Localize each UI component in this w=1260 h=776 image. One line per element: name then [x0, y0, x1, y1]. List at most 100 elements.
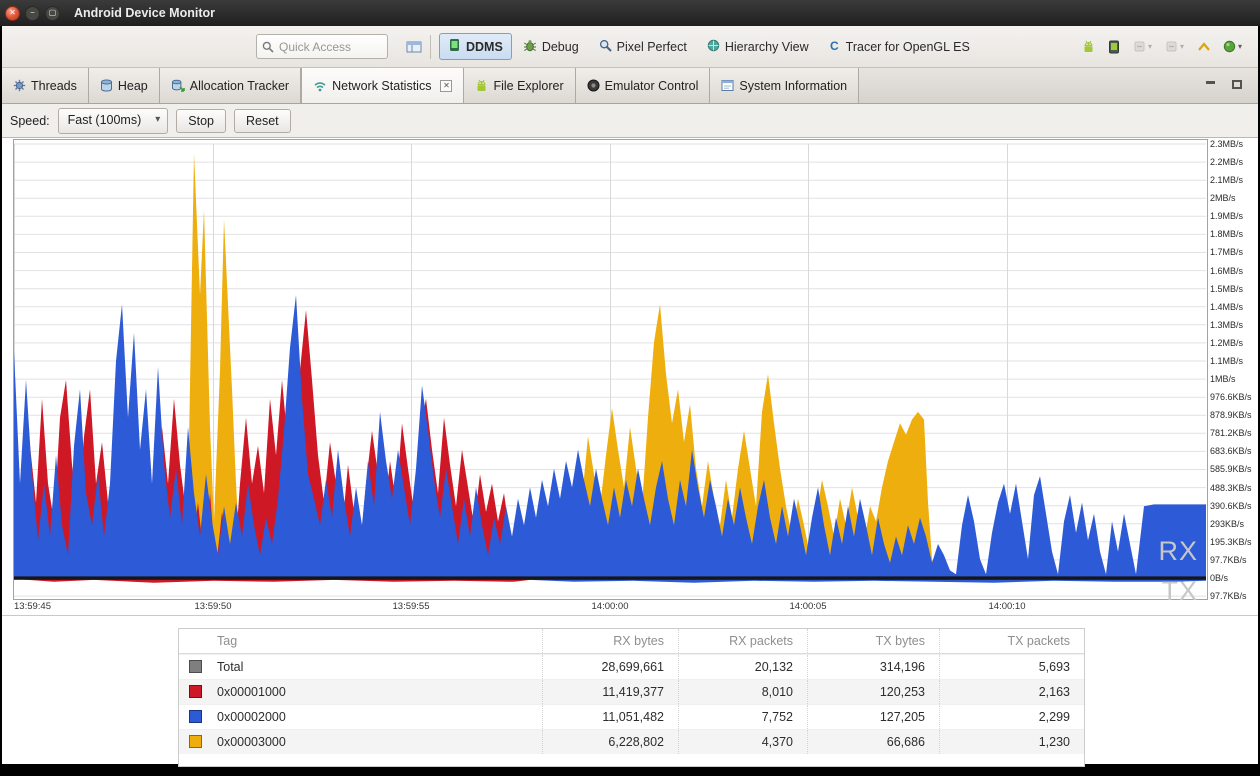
maximize-view-icon[interactable]: [1232, 80, 1246, 92]
value-cell: 120,253: [807, 680, 939, 704]
android-robot-icon[interactable]: [1082, 40, 1095, 54]
close-tab-icon[interactable]: ✕: [440, 80, 452, 92]
y-axis-label: 1.1MB/s: [1210, 356, 1243, 366]
allocation-tracker-icon: [171, 79, 185, 92]
y-axis-label: 0B/s: [1210, 573, 1228, 583]
tabs: ThreadsHeapAllocation TrackerNetwork Sta…: [2, 68, 859, 103]
speed-label: Speed:: [10, 114, 50, 128]
y-axis-label: 585.9KB/s: [1210, 464, 1252, 474]
y-axis-label: 781.2KB/s: [1210, 428, 1252, 438]
network-statistics-icon: [313, 80, 327, 92]
window-minimize-button[interactable]: −: [25, 6, 40, 21]
table-row-0x00003000[interactable]: 0x000030006,228,8024,37066,6861,230: [179, 729, 1084, 754]
tag-color-swatch: [189, 710, 202, 723]
value-cell: 2,299: [939, 705, 1084, 729]
value-cell: 11,419,377: [542, 680, 678, 704]
window-maximize-button[interactable]: ▢: [45, 6, 60, 21]
column-header-tx-bytes[interactable]: TX bytes: [807, 629, 939, 653]
tag-cell: 0x00001000: [211, 680, 542, 704]
perspective-button-pixel-perfect[interactable]: Pixel Perfect: [590, 34, 696, 60]
android-device-icon[interactable]: [1108, 40, 1120, 54]
y-axis-label: 1.7MB/s: [1210, 247, 1243, 257]
tab-network-statistics[interactable]: Network Statistics ✕: [301, 68, 464, 103]
chevron-down-icon: ▾: [1238, 42, 1242, 51]
y-axis-label: 2.1MB/s: [1210, 175, 1243, 185]
tag-color-swatch: [189, 735, 202, 748]
perspective-buttons: DDMSDebugPixel Perfect Hierarchy View CTra…: [439, 33, 979, 60]
color-cell: [179, 730, 211, 754]
column-header-tag[interactable]: Tag: [211, 629, 542, 653]
value-cell: 11,051,482: [542, 705, 678, 729]
column-header-color[interactable]: [179, 629, 211, 653]
threads-icon: [13, 79, 26, 92]
yellow-arrow-icon[interactable]: [1197, 40, 1210, 53]
main-toolbar: DDMSDebugPixel Perfect Hierarchy View CTra…: [2, 26, 1258, 68]
table-header-row: TagRX bytesRX packetsTX bytesTX packets: [179, 629, 1084, 654]
x-axis-label: 13:59:45: [14, 601, 66, 612]
tag-color-swatch: [189, 685, 202, 698]
value-cell: 28,699,661: [542, 655, 678, 679]
toolbar-separator: [430, 35, 431, 59]
network-chart-area: 2.3MB/s2.2MB/s2.1MB/s2MB/s1.9MB/s1.8MB/s…: [2, 138, 1258, 616]
close-icon: ✕: [9, 9, 16, 17]
tab-emulator-control[interactable]: Emulator Control: [576, 68, 711, 103]
green-orb-icon[interactable]: ▾: [1223, 40, 1242, 53]
tab-system-information[interactable]: System Information: [710, 68, 859, 103]
network-usage-chart: [14, 140, 1206, 598]
minimize-view-icon[interactable]: [1206, 80, 1220, 92]
quick-access-input[interactable]: [277, 39, 377, 55]
table-row-0x00002000[interactable]: 0x0000200011,051,4827,752127,2052,299: [179, 704, 1084, 729]
search-icon: [262, 41, 274, 53]
column-header-tx-packets[interactable]: TX packets: [939, 629, 1084, 653]
y-axis-label: 683.6KB/s: [1210, 446, 1252, 456]
x-axis-label: 13:59:50: [187, 601, 239, 612]
window-close-button[interactable]: ✕: [5, 6, 20, 21]
window-title: Android Device Monitor: [74, 6, 215, 20]
perspective-button-debug[interactable]: Debug: [514, 34, 588, 60]
perspective-button-label: Hierarchy View: [725, 40, 809, 54]
x-axis: 13:59:4513:59:5013:59:5514:00:0014:00:05…: [2, 601, 1207, 615]
color-cell: [179, 705, 211, 729]
tab-label: Network Statistics: [332, 79, 431, 93]
perspective-button-tracer-for-opengl-es[interactable]: CTracer for OpenGL ES: [820, 34, 979, 60]
tag-cell: 0x00002000: [211, 705, 542, 729]
perspective-switcher-icon[interactable]: [406, 40, 422, 54]
quick-access-box[interactable]: [256, 34, 388, 59]
y-axis-label: 1.9MB/s: [1210, 211, 1243, 221]
y-axis: 2.3MB/s2.2MB/s2.1MB/s2MB/s1.9MB/s1.8MB/s…: [1210, 138, 1256, 616]
toolbar-right-icons: ▾▾▾: [1082, 40, 1242, 54]
y-axis-label: 390.6KB/s: [1210, 501, 1252, 511]
tab-label: Emulator Control: [605, 79, 699, 93]
table-row-total[interactable]: Total28,699,66120,132314,1965,693: [179, 654, 1084, 679]
y-axis-label: 1.3MB/s: [1210, 320, 1243, 330]
perspective-button-hierarchy-view[interactable]: Hierarchy View: [698, 34, 818, 60]
y-axis-label: 2.2MB/s: [1210, 157, 1243, 167]
tab-file-explorer[interactable]: File Explorer: [464, 68, 575, 103]
y-axis-label: 976.6KB/s: [1210, 392, 1252, 402]
tab-allocation-tracker[interactable]: Allocation Tracker: [160, 68, 301, 103]
android-device-monitor-window: ✕ − ▢ Android Device Monitor DDMSDebugPi…: [2, 0, 1258, 764]
content: 2.3MB/s2.2MB/s2.1MB/s2MB/s1.9MB/s1.8MB/s…: [2, 138, 1258, 764]
y-axis-label: 293KB/s: [1210, 519, 1244, 529]
svg-text:C: C: [830, 39, 839, 52]
debug-icon: [523, 39, 537, 55]
stop-button[interactable]: Stop: [176, 109, 226, 133]
y-axis-label: 488.3KB/s: [1210, 483, 1252, 493]
x-axis-label: 14:00:10: [981, 601, 1033, 612]
table-row-0x00001000[interactable]: 0x0000100011,419,3778,010120,2532,163: [179, 679, 1084, 704]
column-header-rx-packets[interactable]: RX packets: [678, 629, 807, 653]
value-cell: 8,010: [678, 680, 807, 704]
y-axis-label: 878.9KB/s: [1210, 410, 1252, 420]
x-axis-label: 14:00:00: [584, 601, 636, 612]
y-axis-label: 1.4MB/s: [1210, 302, 1243, 312]
tab-threads[interactable]: Threads: [2, 68, 89, 103]
tab-heap[interactable]: Heap: [89, 68, 160, 103]
perspective-button-ddms[interactable]: DDMS: [439, 33, 512, 60]
speed-select[interactable]: Fast (100ms) ▾: [58, 108, 169, 134]
ddms-icon: [448, 38, 461, 55]
reset-button[interactable]: Reset: [234, 109, 291, 133]
x-axis-label: 13:59:55: [385, 601, 437, 612]
value-cell: 66,686: [807, 730, 939, 754]
chevron-down-icon: ▾: [1180, 42, 1184, 51]
column-header-rx-bytes[interactable]: RX bytes: [542, 629, 678, 653]
